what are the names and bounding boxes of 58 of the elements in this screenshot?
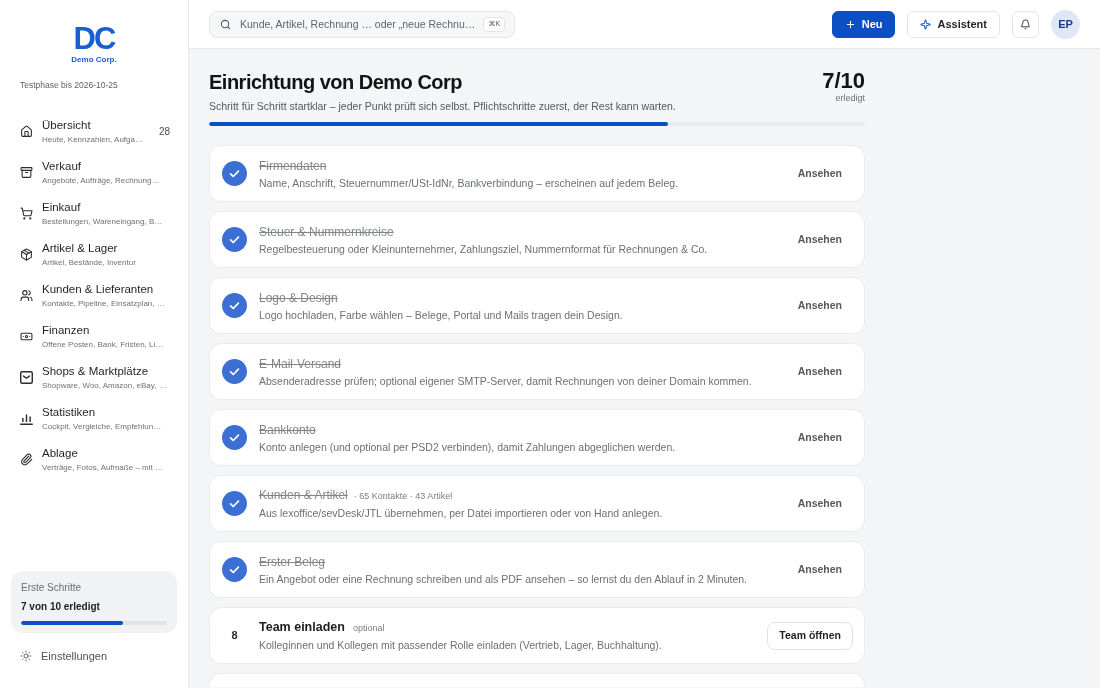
page-subtitle: Schritt für Schritt startklar – jeder Punkt prüft sich selbst. Pflichtschritte zuerst, der Rest kann warten.	[209, 99, 676, 113]
archive-icon	[20, 166, 33, 179]
step-description: Aus lexoffice/sevDesk/JTL übernehmen, per Datei importieren oder von Hand anlegen.	[259, 505, 664, 520]
step-title: Erster Beleg	[259, 553, 326, 570]
search-icon	[220, 18, 231, 30]
people-icon	[20, 289, 33, 302]
plus-icon	[844, 18, 856, 30]
logo-name: Demo Corp.	[71, 55, 117, 65]
nav-item[interactable]: Einkauf Bestellungen, Wareneingang, B…	[0, 193, 188, 234]
sun-icon	[20, 650, 32, 662]
banknote-icon	[20, 330, 33, 343]
new-button[interactable]: Neu	[831, 10, 896, 38]
assistant-button[interactable]: Assistent	[907, 10, 1000, 38]
nav-item[interactable]: Shops & Marktplätze Shopware, Woo, Amazon, eBay, …	[0, 357, 188, 398]
cart-icon	[20, 207, 33, 220]
step-description: Kolleginnen und Kollegen mit passender Rolle einladen (Vertrieb, Lager, Buchhaltung).	[259, 637, 663, 652]
step-title: Logo & Design	[259, 289, 338, 306]
step-title: Firmendaten	[259, 157, 327, 174]
logo-mark: DC	[73, 26, 115, 52]
nav-item[interactable]: Finanzen Offene Posten, Bank, Fristen, Li…	[0, 316, 188, 357]
step-title: Team einladen	[259, 619, 345, 636]
sparkle-icon	[920, 18, 932, 30]
nav-item[interactable]: Ablage Verträge, Fotos, Aufmaße – mit …	[0, 439, 188, 480]
step-count-label: erledigt	[835, 93, 865, 104]
chevron-square-icon	[20, 371, 33, 384]
optional-label: optional	[352, 622, 385, 636]
step-description: Regelbesteuerung oder Kleinunternehmer, Zahlungsziel, Nummernformat für Rechnungen & Co.	[259, 241, 709, 256]
action-button[interactable]: Team öffnen	[767, 621, 853, 650]
step-title: E-Mail-Versand	[259, 355, 342, 372]
step-description: Name, Anschrift, Steuernummer/USt-IdNr, Bankverbindung – erscheinen auf jedem Beleg.	[259, 175, 680, 190]
step-count: 7/10	[822, 69, 865, 93]
notifications-button[interactable]	[1012, 10, 1039, 38]
nav-item[interactable]: Kunden & Lieferanten Kontakte, Pipeline, Einsatzplan, …	[0, 275, 188, 316]
step-title: Bankkonto	[259, 421, 316, 438]
step-title: Kunden & Artikel	[259, 487, 348, 504]
trial-note: Testphase bis 2026-10-25	[19, 80, 119, 91]
progress-status: 7 von 10 erledigt	[21, 600, 101, 613]
nav-item[interactable]: Artikel & Lager Artikel, Bestände, Inventur	[0, 234, 188, 275]
home-icon	[20, 125, 33, 138]
step-number: 8	[230, 628, 239, 644]
step-description: Absenderadresse prüfen; optional eigener SMTP-Server, damit Rechnungen von deiner Domain kommen.	[259, 373, 753, 388]
progress-label: Erste Schritte	[21, 581, 83, 594]
step-title: Steuer & Nummernkreise	[259, 223, 394, 240]
nav-item[interactable]: Übersicht Heute, Kennzahlen, Aufga… 28	[0, 111, 188, 152]
step-meta: · 65 Kontakte · 43 Artikel	[353, 490, 453, 504]
page-title: Einrichtung von Demo Corp	[209, 70, 464, 95]
nav-item[interactable]: Verkauf Angebote, Aufträge, Rechnung…	[0, 152, 188, 193]
item-count: 28	[158, 125, 170, 139]
step-description: Ein Angebot oder eine Rechnung schreiben und als PDF ansehen – so lernst du den Ablauf in 2 Minuten.	[259, 571, 748, 586]
nav-item[interactable]: Statistiken Cockpit, Vergleiche, Empfehlun…	[0, 398, 188, 439]
box-icon	[20, 248, 33, 261]
step-description: Logo hochladen, Farbe wählen – Belege, Portal und Mails tragen dein Design.	[259, 307, 624, 322]
bar-chart-icon	[20, 412, 33, 425]
paperclip-icon	[20, 453, 33, 466]
bell-icon	[1020, 18, 1031, 30]
step-description: Konto anlegen (und optional per PSD2 verbinden), damit Zahlungen abgeglichen werden.	[259, 439, 677, 454]
settings-link[interactable]: Einstellungen	[20, 647, 108, 665]
user-avatar[interactable]: EP	[1051, 9, 1080, 39]
